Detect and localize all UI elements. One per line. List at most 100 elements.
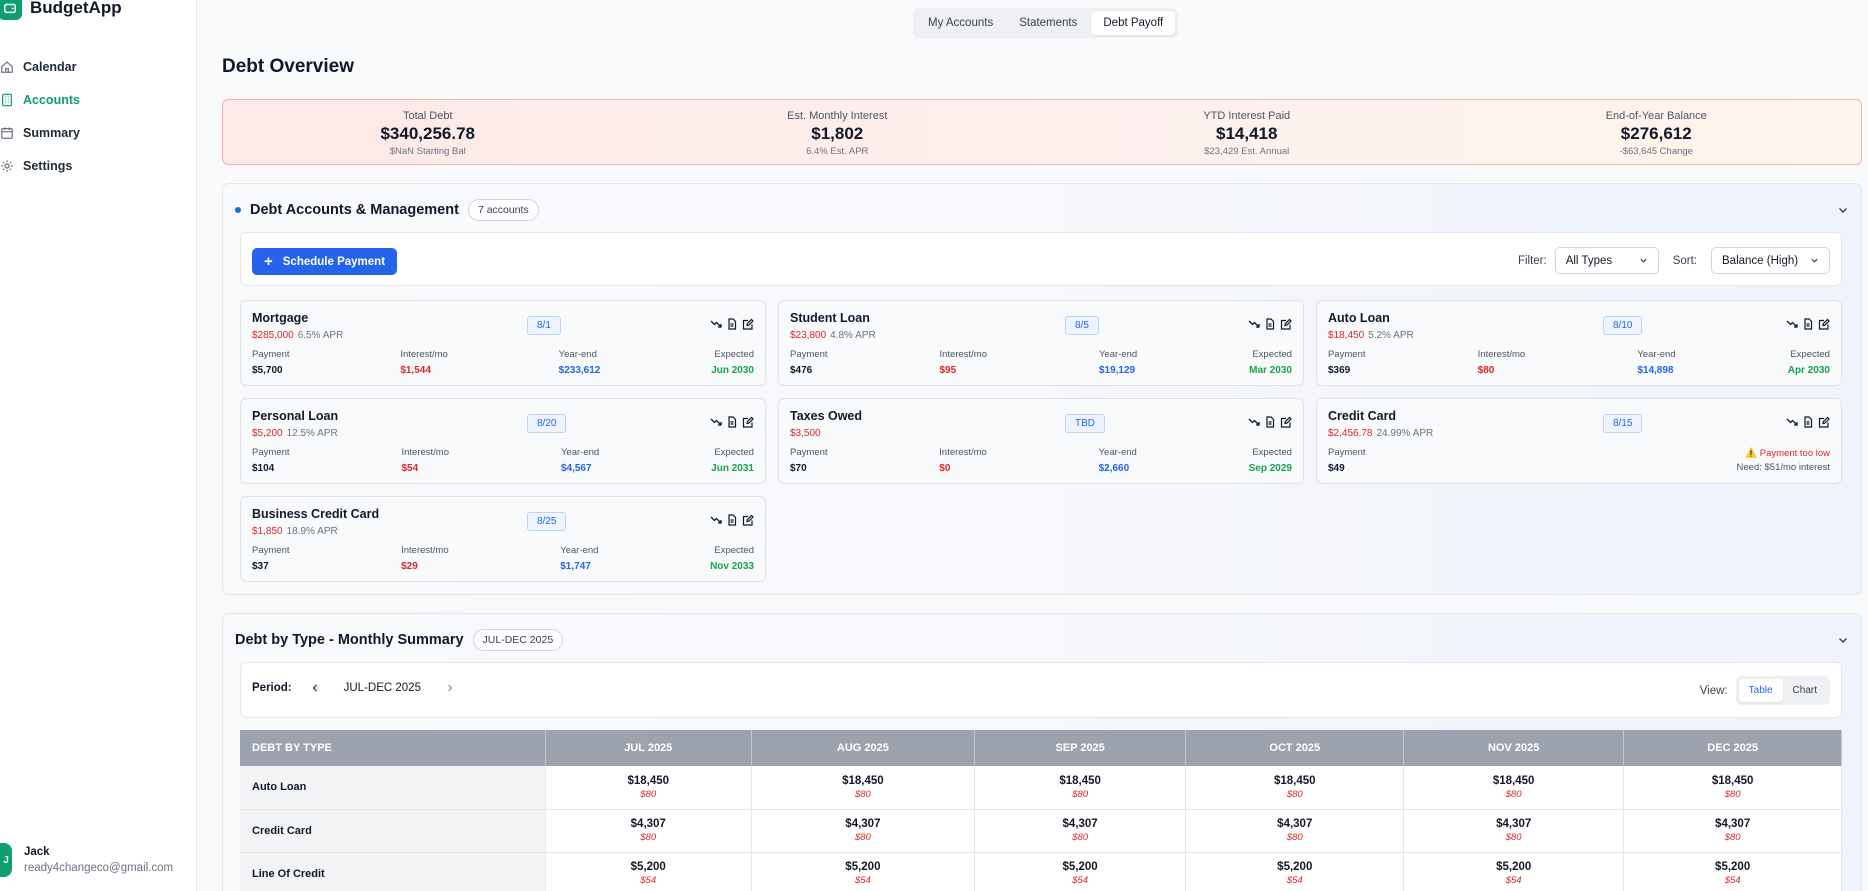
trend-down-icon[interactable] (1248, 416, 1260, 428)
overview-value: $276,612 (1620, 124, 1692, 143)
due-date-badge: 8/25 (527, 512, 567, 531)
document-icon[interactable] (1802, 416, 1814, 428)
sidebar-item-settings[interactable]: Settings (0, 149, 197, 182)
debt-card-business-credit-card[interactable]: Business Credit Card $1,850 18.9% APR 8/2… (240, 496, 766, 582)
trend-down-icon[interactable] (1786, 416, 1798, 428)
debt-balance: $3,500 (790, 428, 821, 439)
tab-debt-payoff[interactable]: Debt Payoff (1091, 11, 1176, 35)
tab-statements[interactable]: Statements (1007, 11, 1089, 35)
schedule-payment-button[interactable]: + Schedule Payment (252, 248, 398, 275)
column-header: JUL 2025 (545, 730, 752, 766)
warning-detail: Need: $51/mo interest (1736, 462, 1830, 473)
document-icon[interactable] (726, 318, 738, 330)
top-tabs: My Accounts Statements Debt Payoff (913, 8, 1179, 38)
table-cell: $5,200 $54 (751, 852, 975, 891)
sidebar-item-label: Accounts (23, 92, 80, 107)
gear-icon (1, 159, 13, 172)
debt-apr: 24.99% APR (1376, 428, 1434, 439)
debt-balance: $1,850 (252, 526, 283, 537)
table-cell: $5,200 $54 (1403, 852, 1625, 891)
document-icon[interactable] (1264, 318, 1276, 330)
metric-expected: Expected Sep 2029 (1248, 447, 1292, 474)
view-chart-button[interactable]: Chart (1783, 679, 1827, 702)
trend-down-icon[interactable] (1248, 318, 1260, 330)
edit-icon[interactable] (742, 416, 754, 428)
document-icon[interactable] (1264, 416, 1276, 428)
view-label: View: (1699, 684, 1728, 697)
view-table-button[interactable]: Table (1738, 679, 1783, 702)
edit-icon[interactable] (1818, 318, 1830, 330)
edit-icon[interactable] (742, 514, 754, 526)
debt-balance-line: $285,000 6.5% APR (252, 330, 343, 341)
user-profile[interactable]: J Jack ready4changeco@gmail.com (0, 843, 173, 877)
chevron-down-icon (1640, 258, 1647, 263)
row-label: Credit Card (240, 809, 546, 853)
card-actions (1248, 318, 1292, 330)
edit-icon[interactable] (1280, 318, 1292, 330)
debt-card-student-loan[interactable]: Student Loan $23,800 4.8% APR 8/5 Payment… (778, 300, 1304, 386)
tab-my-accounts[interactable]: My Accounts (916, 11, 1005, 35)
overview-sub: $NaN Starting Bal (389, 146, 466, 157)
document-icon[interactable] (726, 416, 738, 428)
overview-ytd-interest: YTD Interest Paid $14,418 $23,429 Est. A… (1042, 100, 1452, 164)
debt-card-personal-loan[interactable]: Personal Loan $5,200 12.5% APR 8/20 Payme… (240, 398, 766, 484)
edit-icon[interactable] (1280, 416, 1292, 428)
metric-expected: Expected Mar 2030 (1249, 349, 1292, 376)
table-cell: $4,307 $80 (1185, 809, 1405, 853)
brand[interactable]: BudgetApp (0, 0, 122, 20)
debt-card-mortgage[interactable]: Mortgage $285,000 6.5% APR 8/1 Payment $5,… (240, 300, 766, 386)
debt-apr: 4.8% APR (830, 330, 876, 341)
debt-card-auto-loan[interactable]: Auto Loan $18,450 5.2% APR 8/10 Payment $3… (1316, 300, 1842, 386)
trend-down-icon[interactable] (710, 318, 722, 330)
metric-yearend: Year-end $2,660 (1098, 447, 1137, 474)
debt-metrics: Payment $5,700 Interest/mo $1,544 Year-end… (252, 349, 754, 376)
table-row: Line Of Credit $5,200 $54 $5,200 $54 $5,20… (240, 852, 1842, 891)
section-header[interactable]: Debt by Type - Monthly Summary JUL-DEC 2… (235, 629, 564, 651)
chevron-down-icon[interactable] (1837, 634, 1849, 646)
trend-down-icon[interactable] (1786, 318, 1798, 330)
metric-payment: Payment $37 (252, 545, 290, 572)
filter-type-select[interactable]: All Types (1554, 247, 1659, 274)
overview-end-of-year: End-of-Year Balance $276,612 -$63,645 Ch… (1452, 100, 1862, 164)
view-selector: View: Table Chart (1700, 676, 1830, 705)
metric-interest: Interest/mo $29 (401, 545, 449, 572)
trend-down-icon[interactable] (710, 514, 722, 526)
metric-interest: Interest/mo $0 (939, 447, 987, 474)
table-cell: $5,200 $54 (545, 852, 752, 891)
card-actions (710, 318, 754, 330)
document-icon[interactable] (1802, 318, 1814, 330)
section-header[interactable]: Debt Accounts & Management 7 accounts (235, 199, 539, 221)
edit-icon[interactable] (742, 318, 754, 330)
trend-down-icon[interactable] (710, 416, 722, 428)
sidebar-item-calendar[interactable]: Calendar (0, 50, 197, 83)
filter-type-value: All Types (1565, 254, 1613, 267)
metric-expected: Expected Jun 2031 (711, 447, 754, 474)
period-value: JUL-DEC 2025 (343, 682, 421, 694)
overview-label: End-of-Year Balance (1605, 110, 1707, 122)
user-name: Jack (24, 846, 50, 858)
debt-card-credit-card[interactable]: Credit Card $2,456.78 24.99% APR 8/15 Pay… (1316, 398, 1842, 484)
table-cell: $18,450 $80 (974, 766, 1187, 810)
app-name: BudgetApp (30, 0, 122, 17)
sidebar-item-accounts[interactable]: Accounts (0, 83, 197, 116)
sidebar-item-summary[interactable]: Summary (0, 116, 197, 149)
metric-yearend: Year-end $1,747 (560, 545, 599, 572)
debt-by-type-table: DEBT BY TYPE JUL 2025 AUG 2025 SEP 2025 … (240, 730, 1842, 891)
due-date-badge: 8/15 (1603, 414, 1643, 433)
table-cell: $4,307 $80 (1623, 809, 1842, 853)
chevron-down-icon[interactable] (1837, 204, 1849, 216)
debt-balance: $2,456.78 (1328, 428, 1373, 439)
chevron-right-icon[interactable] (445, 683, 455, 693)
sort-select[interactable]: Balance (High) (1711, 247, 1830, 274)
debt-apr: 18.9% APR (286, 526, 338, 537)
sidebar-item-label: Calendar (23, 59, 77, 74)
metric-payment: Payment $476 (790, 349, 828, 376)
chevron-left-icon[interactable] (310, 683, 320, 693)
overview-total-debt: Total Debt $340,256.78 $NaN Starting Bal (223, 100, 633, 164)
filter-controls: Filter: All Types Sort: Balance (High) (1518, 247, 1830, 274)
debt-card-taxes-owed[interactable]: Taxes Owed $3,500 TBD Payment $70 Interes… (778, 398, 1304, 484)
home-icon (1, 60, 13, 73)
document-icon[interactable] (726, 514, 738, 526)
edit-icon[interactable] (1818, 416, 1830, 428)
debt-balance: $18,450 (1328, 330, 1365, 341)
